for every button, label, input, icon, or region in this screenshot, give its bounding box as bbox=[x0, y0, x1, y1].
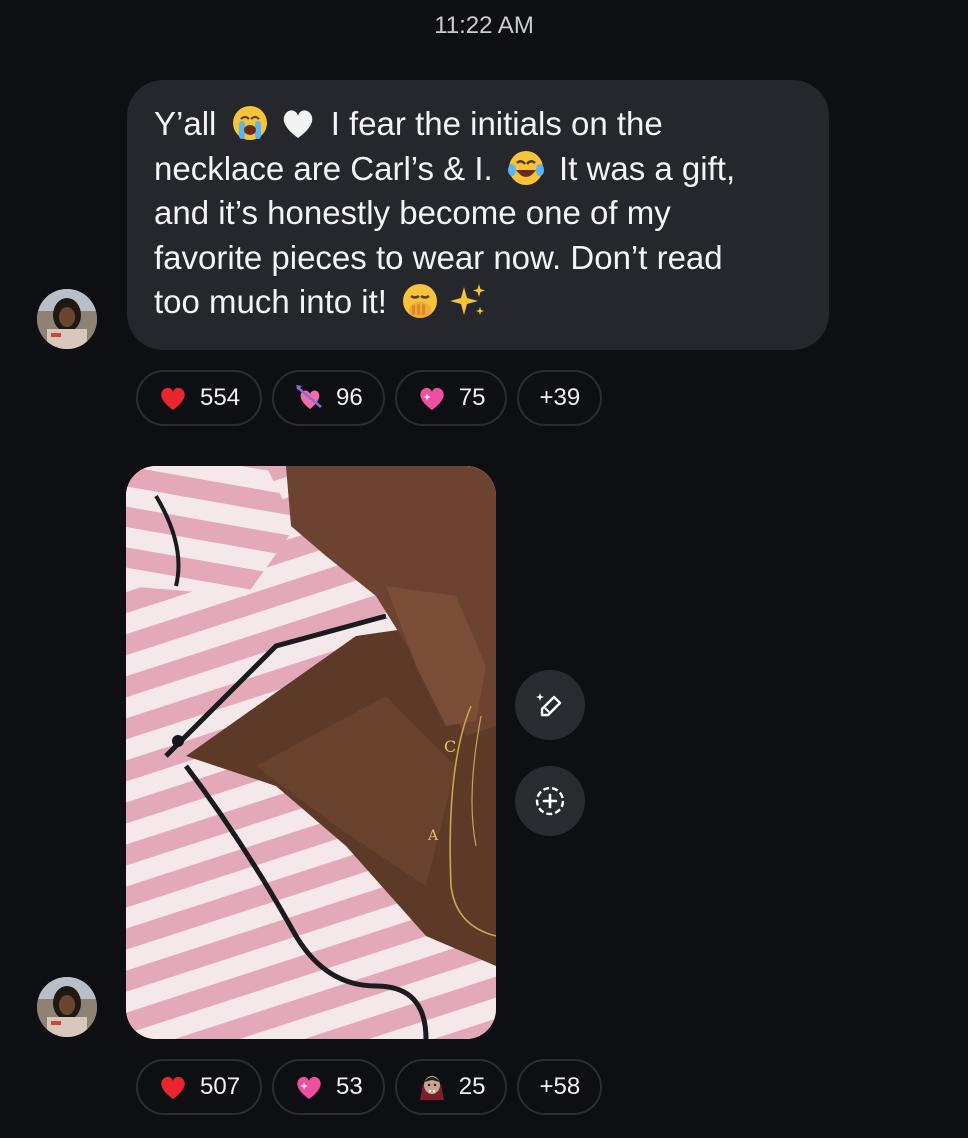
sparkling-heart-icon bbox=[294, 1072, 324, 1102]
loudly-crying-face-icon bbox=[230, 103, 270, 143]
message-timestamp: 11:22 AM bbox=[434, 12, 534, 39]
edit-magic-button[interactable] bbox=[515, 670, 585, 740]
photo-message[interactable]: C A bbox=[126, 466, 496, 1039]
reaction-count: 25 bbox=[458, 1073, 486, 1100]
reaction-count: 96 bbox=[336, 384, 363, 411]
reaction-count: 53 bbox=[336, 1073, 363, 1100]
reaction-count: 75 bbox=[458, 384, 486, 411]
svg-text:A: A bbox=[427, 828, 439, 844]
white-heart-icon bbox=[278, 103, 318, 143]
message-text: too much into it! bbox=[154, 283, 387, 320]
message-text: It was a gift, bbox=[559, 149, 736, 187]
reaction-vampire[interactable]: 25 bbox=[394, 1059, 508, 1115]
sparkles-icon bbox=[448, 281, 488, 321]
reaction-bar: 554 96 75 +39 bbox=[136, 370, 603, 426]
chat-thread: 11:22 AM Y’all I fear the initials on th… bbox=[0, 0, 968, 1138]
reaction-sparkling-heart[interactable]: 75 bbox=[394, 370, 508, 426]
more-reactions-button[interactable]: +39 bbox=[517, 370, 603, 426]
message-text: necklace are Carl’s & I. bbox=[154, 149, 493, 187]
face-with-tears-of-joy-icon bbox=[506, 148, 546, 188]
message-line: necklace are Carl’s & I. It was a gift, bbox=[154, 147, 803, 192]
message-text: favorite pieces to wear now. Don’t read bbox=[154, 238, 723, 276]
edit-magic-icon bbox=[536, 693, 562, 717]
more-reactions-count: +58 bbox=[539, 1073, 581, 1100]
svg-text:C: C bbox=[444, 737, 456, 756]
message-text: I fear the initials on the bbox=[330, 105, 663, 142]
reaction-heart-with-arrow[interactable]: 96 bbox=[272, 370, 385, 426]
reaction-sparkling-heart[interactable]: 53 bbox=[272, 1059, 385, 1115]
message-bubble[interactable]: Y’all I fear the initials on the necklac… bbox=[127, 80, 829, 350]
sparkling-heart-icon bbox=[417, 383, 447, 413]
more-reactions-count: +39 bbox=[539, 384, 581, 411]
reaction-red-heart[interactable]: 554 bbox=[136, 370, 263, 426]
message-text: Y’all bbox=[154, 105, 217, 142]
red-heart-icon bbox=[158, 383, 188, 413]
reaction-bar: 507 53 25 +58 bbox=[136, 1059, 603, 1115]
sender-avatar[interactable] bbox=[37, 977, 97, 1037]
reaction-red-heart[interactable]: 507 bbox=[136, 1059, 263, 1115]
heart-with-arrow-icon bbox=[294, 383, 324, 413]
message-line: favorite pieces to wear now. Don’t read bbox=[154, 236, 803, 281]
sender-avatar[interactable] bbox=[37, 289, 97, 349]
add-reaction-icon bbox=[535, 786, 565, 816]
message-line: Y’all I fear the initials on the bbox=[154, 102, 803, 147]
add-reaction-button[interactable] bbox=[515, 766, 585, 836]
face-with-hand-over-mouth-icon bbox=[400, 281, 440, 321]
reaction-count: 507 bbox=[200, 1073, 241, 1100]
necklace-photo: C A bbox=[126, 466, 496, 1039]
vampire-icon bbox=[417, 1072, 447, 1102]
more-reactions-button[interactable]: +58 bbox=[517, 1059, 603, 1115]
message-line: and it’s honestly become one of my bbox=[154, 191, 803, 236]
message-line: too much into it! bbox=[154, 280, 803, 325]
reaction-count: 554 bbox=[200, 384, 241, 411]
red-heart-icon bbox=[158, 1072, 188, 1102]
message-text: and it’s honestly become one of my bbox=[154, 194, 671, 231]
